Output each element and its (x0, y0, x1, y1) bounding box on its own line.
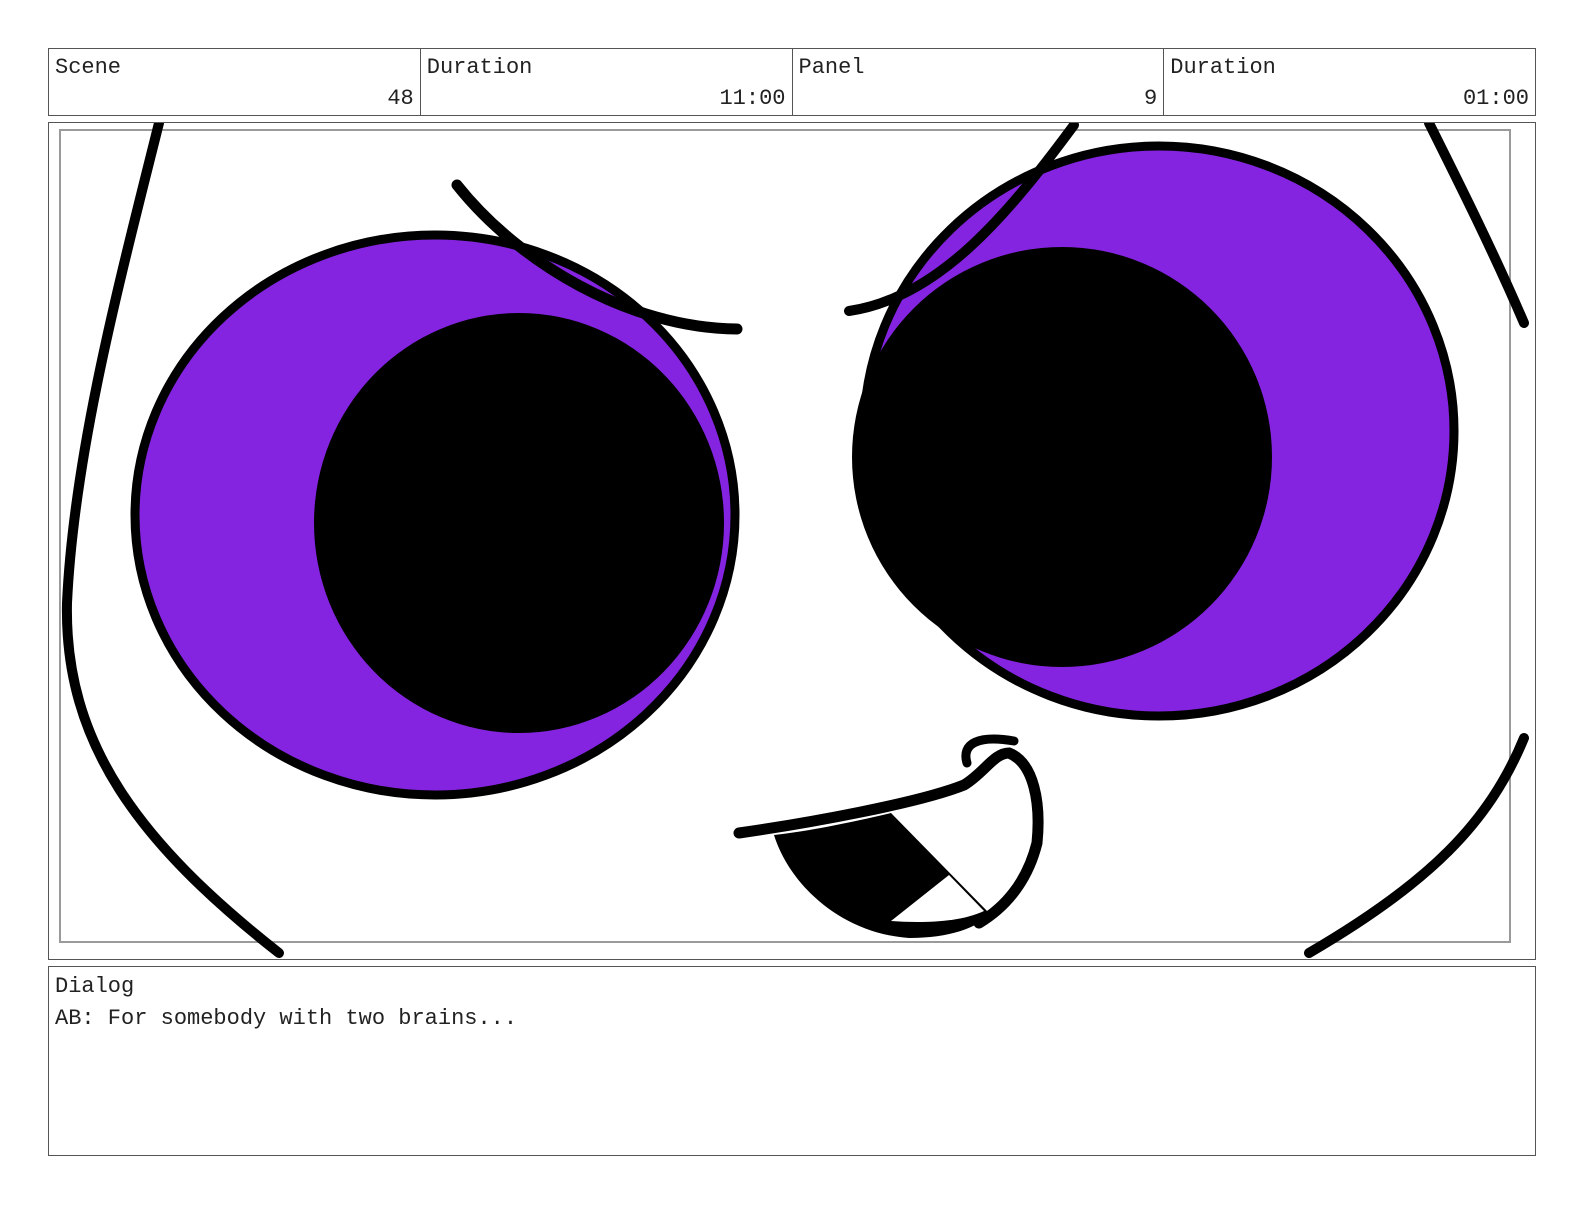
scene-label: Scene (55, 55, 122, 80)
panel-number: 9 (1144, 86, 1158, 111)
dialog-box: Dialog AB: For somebody with two brains.… (48, 966, 1536, 1156)
scene-duration-cell: Duration 11:00 (421, 49, 793, 115)
mouth-interior (774, 813, 989, 938)
storyboard-header: Scene 48 Duration 11:00 Panel 9 Duration… (48, 48, 1536, 116)
scene-cell: Scene 48 (49, 49, 421, 115)
mouth (733, 734, 1044, 938)
panel-artwork (59, 123, 1529, 958)
scene-duration-value: 11:00 (719, 86, 786, 111)
face-outline-right-bottom (1304, 733, 1529, 958)
storyboard-panel (48, 122, 1536, 960)
panel-duration-value: 01:00 (1462, 86, 1529, 111)
right-eye (844, 123, 1459, 721)
dialog-text: AB: For somebody with two brains... (55, 1006, 518, 1031)
scene-duration-label: Duration (426, 55, 533, 80)
panel-duration-cell: Duration 01:00 (1164, 49, 1535, 115)
dialog-label: Dialog (55, 974, 135, 999)
left-eye-pupil (314, 313, 724, 733)
right-eye-pupil (852, 247, 1272, 667)
panel-duration-label: Duration (1170, 55, 1276, 80)
left-eye (130, 179, 743, 800)
panel-label: Panel (798, 55, 865, 80)
panel-cell: Panel 9 (793, 49, 1165, 115)
scene-number: 48 (387, 86, 414, 111)
